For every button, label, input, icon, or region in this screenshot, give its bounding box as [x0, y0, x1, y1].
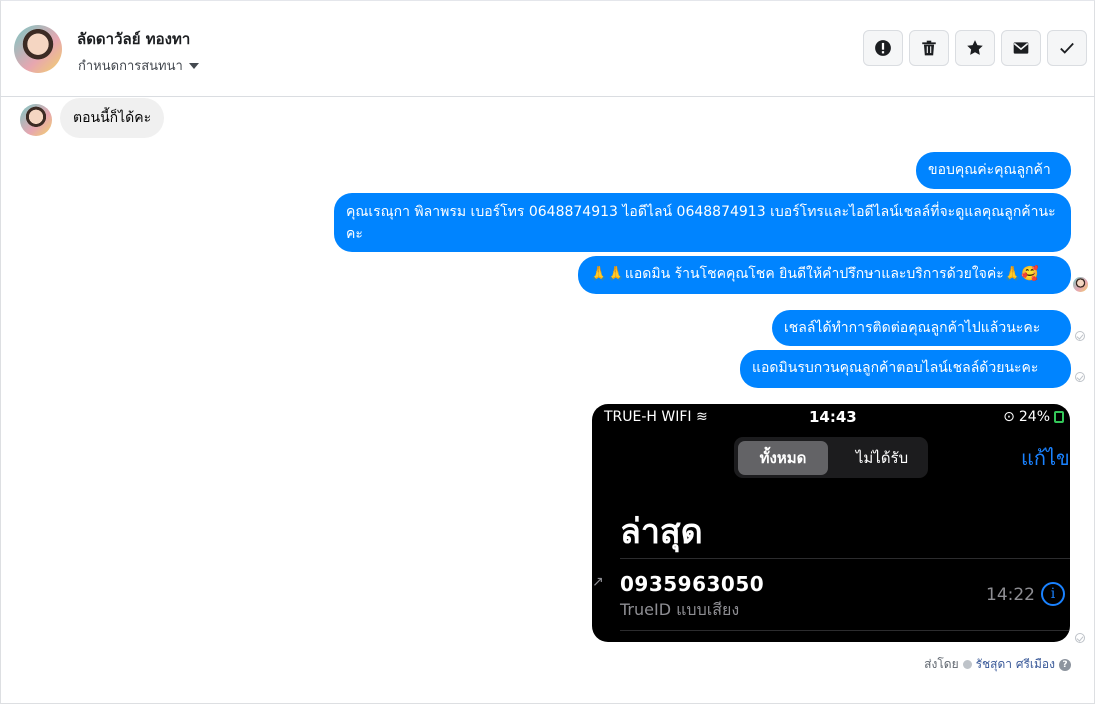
status-time: 14:43	[809, 408, 857, 426]
sent-by-label: ส่งโดย	[924, 657, 959, 671]
battery-text: 24%	[1018, 409, 1050, 425]
image-attachment[interactable]: TRUE-H WIFI ≋ 14:43 ⊙ 24% ทั้งหมด ไม่ได้…	[592, 404, 1070, 642]
divider	[620, 630, 1070, 631]
assign-label: กำหนดการสนทนา	[78, 59, 183, 74]
outgoing-message[interactable]: คุณเรณุกา พิลาพรม เบอร์โทร 0648874913 ไอ…	[334, 193, 1071, 252]
battery-icon	[1054, 411, 1064, 423]
check-icon	[1060, 42, 1074, 54]
assign-conversation-dropdown[interactable]: กำหนดการสนทนา	[78, 55, 199, 76]
status-battery: ⊙ 24%	[1003, 409, 1064, 425]
mail-icon	[1013, 42, 1029, 54]
outgoing-message[interactable]: แอดมินรบกวนคุณลูกค้าตอบไลน์เชลล์ด้วยนะคะ	[740, 350, 1071, 388]
seen-indicator-avatar	[1073, 277, 1088, 292]
contact-name[interactable]: ลัดดาวัลย์ ทองทา	[77, 27, 190, 51]
mark-done-button[interactable]	[1047, 30, 1087, 66]
segment-all: ทั้งหมด	[738, 441, 828, 475]
segment-missed: ไม่ได้รับ	[855, 449, 909, 467]
sent-check-icon	[1075, 331, 1085, 341]
report-button[interactable]	[863, 30, 903, 66]
wifi-icon: ≋	[696, 409, 708, 425]
header-actions	[863, 30, 1087, 66]
call-type: TrueID แบบเสียง	[620, 600, 740, 619]
conversation-header: ลัดดาวัลย์ ทองทา กำหนดการสนทนา	[0, 0, 1095, 97]
outgoing-message[interactable]: 🙏🙏แอดมิน ร้านโชคคุณโชค ยินดีให้คำปรึกษาแ…	[578, 256, 1071, 294]
help-icon[interactable]: ?	[1059, 658, 1071, 671]
outgoing-message[interactable]: เชลล์ได้ทำการติดต่อคุณลูกค้าไปแล้วนะคะ	[772, 310, 1071, 346]
recents-title: ล่าสุด	[620, 512, 703, 552]
divider	[620, 558, 1070, 559]
sent-check-icon	[1075, 633, 1085, 643]
lock-rotation-icon: ⊙	[1003, 409, 1015, 425]
call-number: 0935963050	[620, 572, 765, 596]
segmented-control: ทั้งหมด ไม่ได้รับ	[734, 437, 928, 478]
sent-by-info: ส่งโดย รัชสุดา ศรีเมือง ?	[924, 655, 1071, 674]
star-icon	[967, 40, 983, 55]
sender-name[interactable]: รัชสุดา ศรีเมือง	[976, 655, 1055, 674]
incoming-avatar	[20, 104, 52, 136]
report-icon	[875, 40, 891, 56]
trash-icon	[922, 40, 936, 56]
call-time: 14:22	[986, 585, 1035, 605]
mark-unread-button[interactable]	[1001, 30, 1041, 66]
contact-avatar[interactable]	[14, 25, 62, 73]
sent-check-icon	[1075, 372, 1085, 382]
info-icon: i	[1041, 582, 1065, 606]
caret-down-icon	[188, 62, 199, 69]
edit-label: แก้ไข	[1021, 446, 1070, 470]
sender-dot-icon	[962, 660, 972, 669]
incoming-message[interactable]: ตอนนี้ก็ได้คะ	[60, 98, 165, 138]
call-arrow-icon: ↗	[592, 574, 604, 590]
outgoing-message[interactable]: ขอบคุณค่ะคุณลูกค้า	[916, 152, 1071, 189]
carrier-text: TRUE-H WIFI	[604, 409, 692, 425]
star-button[interactable]	[955, 30, 995, 66]
status-carrier: TRUE-H WIFI ≋	[604, 409, 708, 425]
delete-button[interactable]	[909, 30, 949, 66]
